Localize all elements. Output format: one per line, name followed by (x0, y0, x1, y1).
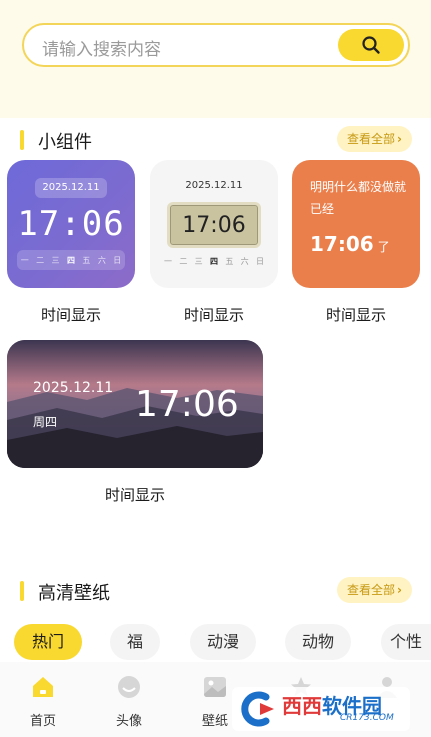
wallpaper-section-header: 高清壁纸 查看全部 › (20, 577, 412, 609)
search-input[interactable]: 请输入搜索内容 (42, 35, 161, 60)
widget-card-lcd[interactable]: 2025.12.11 17:06 一二三四五六日 (150, 160, 278, 288)
search-bar[interactable]: 请输入搜索内容 (22, 23, 410, 67)
widget-time: 17:06 (17, 204, 125, 244)
widget-time: 17:06 (182, 213, 246, 238)
category-chip-personal[interactable]: 个性 (381, 624, 431, 660)
widget-message: 明明什么都没做就已经 (310, 180, 407, 216)
widgets-view-all-button[interactable]: 查看全部 › (337, 126, 412, 152)
widget-weekday: 周四 (33, 415, 58, 429)
lcd-screen: 17:06 (167, 202, 261, 248)
search-icon (362, 36, 380, 54)
image-icon (204, 677, 226, 697)
section-title: 高清壁纸 (38, 583, 110, 604)
widget-label: 时间显示 (40, 306, 101, 324)
section-title: 小组件 (38, 132, 92, 153)
widget-card-landscape[interactable]: 2025.12.11 周四 17:06 (7, 340, 263, 468)
widget-label: 时间显示 (183, 306, 244, 324)
widget-time: 17:06 了 (310, 232, 390, 256)
widget-label: 时间显示 (104, 486, 165, 504)
category-chip-anime[interactable]: 动漫 (190, 624, 256, 660)
watermark: 西西软件园 CR173.COM (232, 687, 410, 731)
widget-card-purple[interactable]: 2025.12.11 17:06 一二三四五六日 (7, 160, 135, 288)
widget-weekdays: 一二三四五六日 (17, 250, 125, 270)
watermark-url: CR173.COM (340, 713, 394, 723)
widget-time: 17:06 (135, 384, 239, 425)
search-button[interactable] (338, 29, 404, 61)
section-marker (20, 581, 24, 601)
widget-card-orange[interactable]: 明明什么都没做就已经 17:06 了 (292, 160, 420, 288)
widget-date: 2025.12.11 (33, 380, 114, 396)
nav-item-avatar[interactable]: 头像 (94, 674, 164, 729)
category-chip-fu[interactable]: 福 (110, 624, 160, 660)
widgets-section-header: 小组件 查看全部 › (20, 126, 412, 158)
wallpaper-view-all-button[interactable]: 查看全部 › (337, 577, 412, 603)
section-marker (20, 130, 24, 150)
widget-date: 2025.12.11 (35, 178, 107, 198)
category-chip-hot[interactable]: 热门 (14, 624, 82, 660)
widget-weekdays: 一二三四五六日 (164, 257, 264, 266)
category-chip-animals[interactable]: 动物 (285, 624, 351, 660)
widget-label: 时间显示 (325, 306, 386, 324)
watermark-logo (241, 691, 274, 727)
home-icon (33, 677, 53, 697)
nav-item-home[interactable]: 首页 (8, 674, 78, 729)
widget-date: 2025.12.11 (185, 180, 243, 191)
avatar-icon (118, 676, 140, 698)
